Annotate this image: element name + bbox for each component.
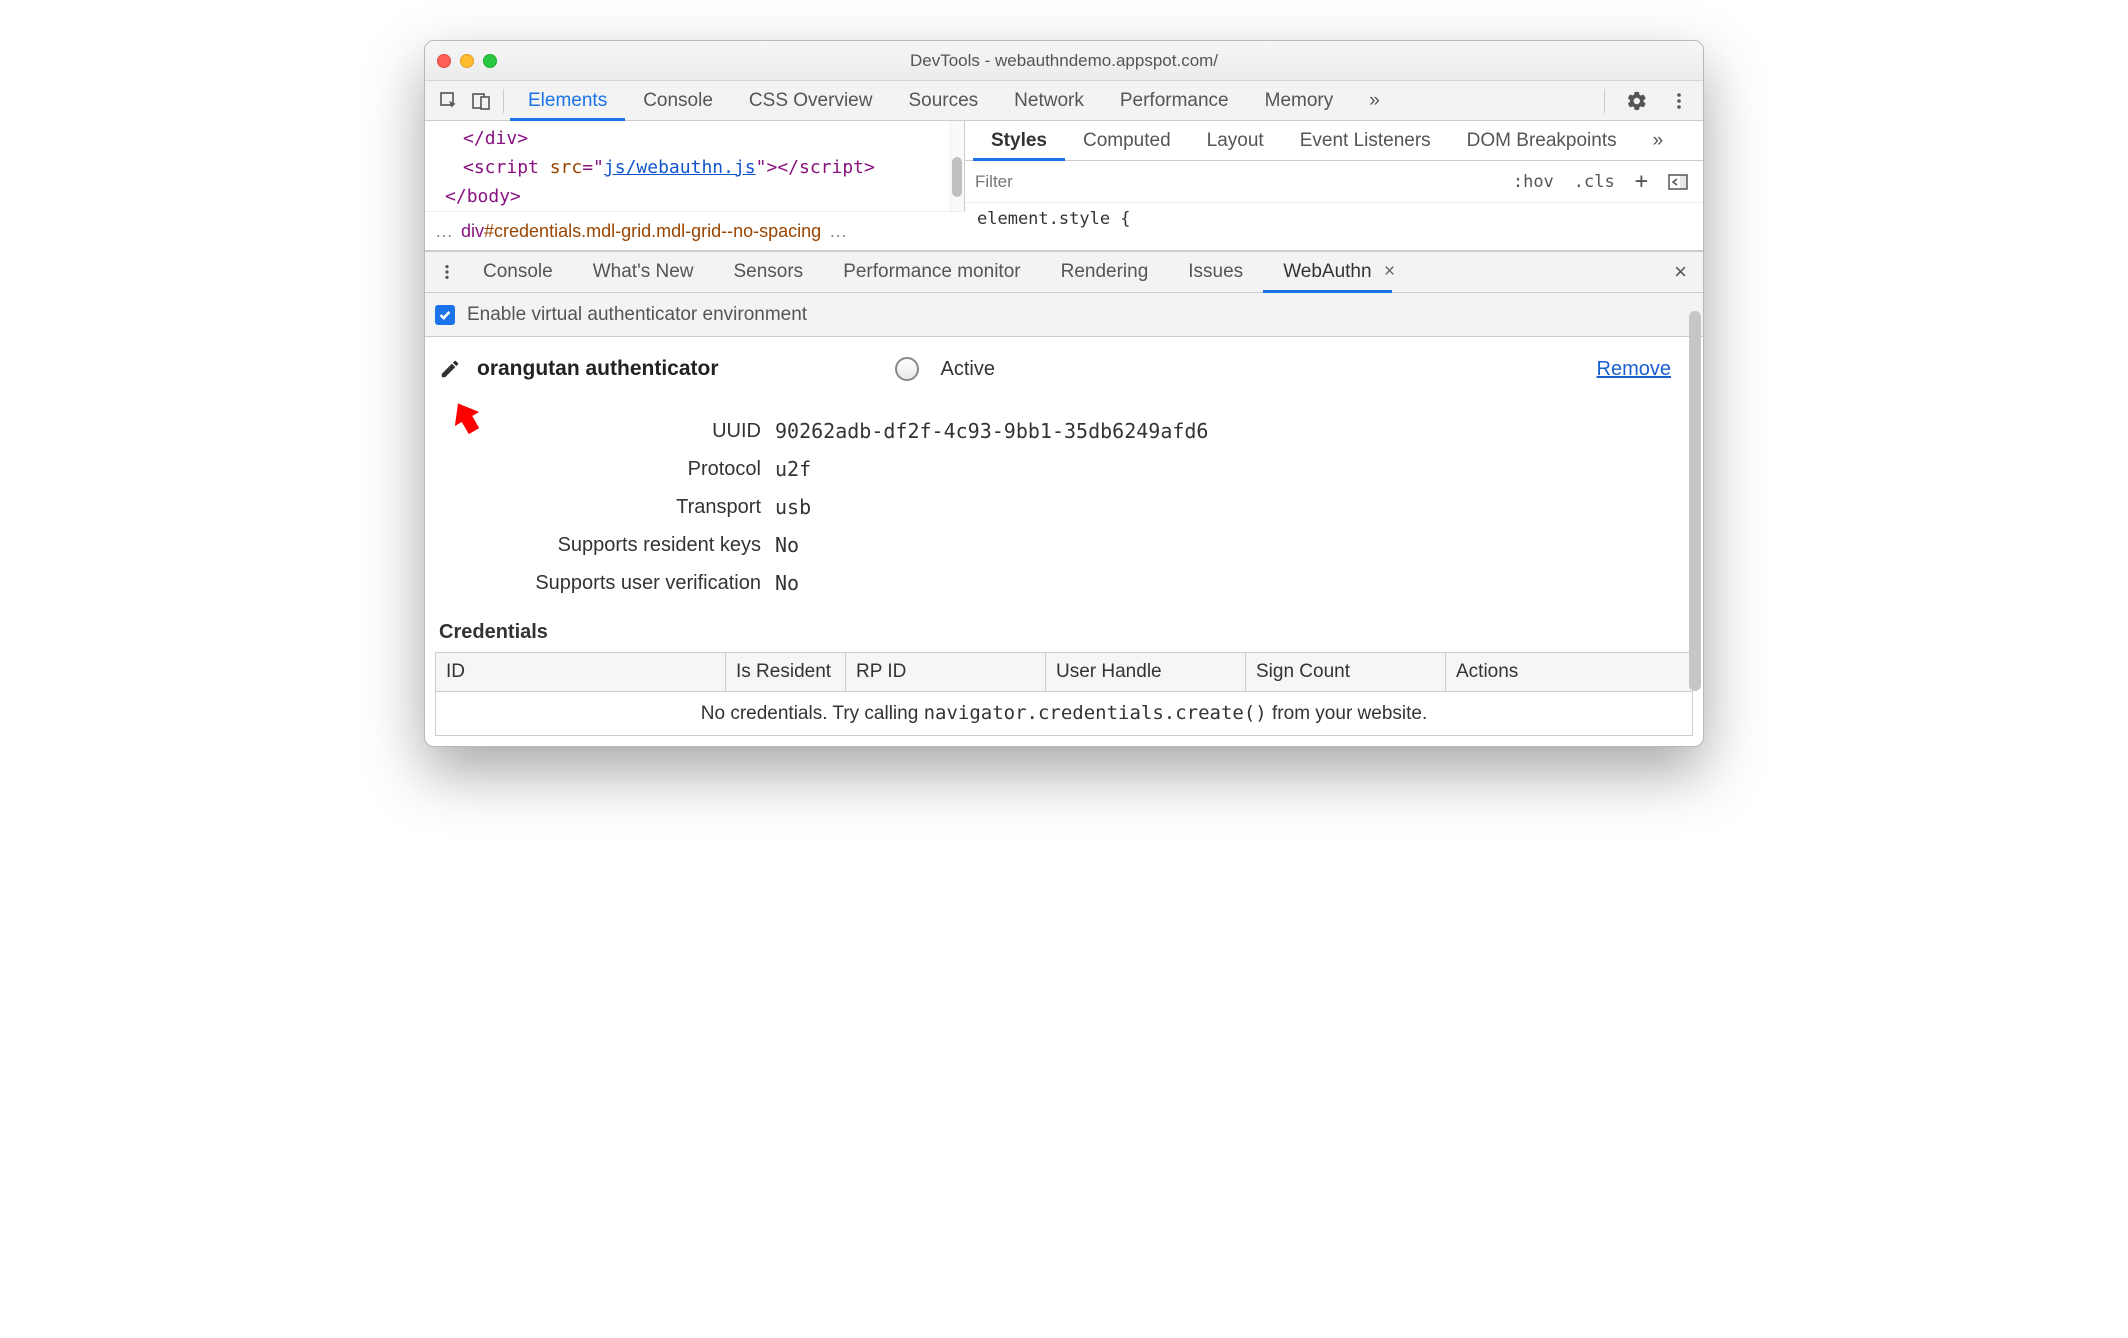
- annotation-arrow-icon: [443, 395, 491, 443]
- device-toolbar-icon[interactable]: [465, 85, 497, 117]
- col-id[interactable]: ID: [436, 653, 726, 692]
- drawer-scrollbar[interactable]: [1689, 311, 1701, 691]
- tab-network[interactable]: Network: [996, 81, 1102, 121]
- styles-tabs-overflow[interactable]: »: [1635, 121, 1682, 161]
- detail-label-transport: Transport: [445, 496, 775, 519]
- active-label: Active: [941, 358, 995, 381]
- detail-label-uv: Supports user verification: [445, 572, 775, 595]
- breadcrumb-element: div: [461, 221, 484, 241]
- drawer-tab-console[interactable]: Console: [463, 251, 573, 293]
- hov-toggle[interactable]: :hov: [1508, 172, 1559, 192]
- drawer-menu-icon[interactable]: [431, 256, 463, 288]
- empty-text-code: navigator.credentials.create(): [924, 702, 1267, 724]
- code-token[interactable]: js/webauthn.js: [604, 157, 756, 178]
- tab-layout[interactable]: Layout: [1189, 121, 1282, 161]
- kebab-menu-icon[interactable]: [1663, 85, 1695, 117]
- drawer-tab-issues[interactable]: Issues: [1168, 251, 1263, 293]
- tab-css-overview[interactable]: CSS Overview: [731, 81, 891, 121]
- drawer-tab-sensors[interactable]: Sensors: [713, 251, 823, 293]
- detail-label-protocol: Protocol: [445, 458, 775, 481]
- tab-sources[interactable]: Sources: [890, 81, 996, 121]
- code-token: src: [550, 157, 583, 178]
- code-token: div: [485, 128, 518, 149]
- tab-styles[interactable]: Styles: [973, 121, 1065, 161]
- enable-virtual-auth-bar: Enable virtual authenticator environment: [425, 293, 1703, 337]
- drawer-tab-webauthn[interactable]: WebAuthn: [1263, 251, 1391, 293]
- code-token: </: [777, 157, 799, 178]
- detail-value-uv: No: [775, 571, 1683, 595]
- col-signcount[interactable]: Sign Count: [1246, 653, 1446, 692]
- tab-console[interactable]: Console: [625, 81, 731, 121]
- detail-label-uuid: UUID: [445, 420, 775, 443]
- code-token: >: [517, 128, 528, 149]
- dom-breadcrumb[interactable]: … div#credentials.mdl-grid.mdl-grid--no-…: [425, 211, 965, 251]
- credentials-empty-row: No credentials. Try calling navigator.cr…: [436, 692, 1693, 736]
- tab-memory[interactable]: Memory: [1247, 81, 1352, 121]
- edit-pencil-icon[interactable]: [439, 358, 461, 380]
- enable-checkbox[interactable]: [435, 305, 455, 325]
- divider: [1604, 89, 1605, 113]
- breadcrumb-overflow-right[interactable]: …: [829, 221, 847, 242]
- titlebar: DevTools - webauthndemo.appspot.com/: [425, 41, 1703, 81]
- styles-body[interactable]: element.style {: [965, 203, 1703, 235]
- detail-value-transport: usb: [775, 495, 1683, 519]
- code-token: =": [582, 157, 604, 178]
- breadcrumb-id: #credentials: [484, 221, 581, 241]
- tab-dom-breakpoints[interactable]: DOM Breakpoints: [1449, 121, 1635, 161]
- code-token: </: [445, 186, 467, 207]
- cls-toggle[interactable]: .cls: [1569, 172, 1620, 192]
- tab-performance[interactable]: Performance: [1102, 81, 1247, 121]
- drawer-tab-perfmon[interactable]: Performance monitor: [823, 251, 1040, 293]
- code-token: body: [467, 186, 510, 207]
- authenticator-name: orangutan authenticator: [477, 357, 719, 381]
- col-resident[interactable]: Is Resident: [726, 653, 846, 692]
- close-tab-icon[interactable]: ×: [1382, 261, 1398, 283]
- main-tabs: Elements Console CSS Overview Sources Ne…: [425, 81, 1703, 121]
- close-drawer-icon[interactable]: ×: [1664, 259, 1697, 285]
- code-token: <: [463, 157, 474, 178]
- styles-pane: Styles Computed Layout Event Listeners D…: [965, 121, 1703, 250]
- styles-filter-input[interactable]: [975, 172, 1498, 192]
- tab-computed[interactable]: Computed: [1065, 121, 1189, 161]
- detail-value-uuid: 90262adb-df2f-4c93-9bb1-35db6249afd6: [775, 419, 1683, 443]
- settings-gear-icon[interactable]: [1621, 85, 1653, 117]
- code-token: >: [510, 186, 521, 207]
- detail-value-protocol: u2f: [775, 457, 1683, 481]
- authenticator-panel: orangutan authenticator Active Remove UU…: [425, 337, 1703, 746]
- code-token: >: [864, 157, 875, 178]
- active-radio[interactable]: [895, 357, 919, 381]
- empty-text-post: from your website.: [1267, 703, 1428, 724]
- tabs-overflow[interactable]: »: [1351, 81, 1398, 121]
- breadcrumb-overflow-left[interactable]: …: [435, 221, 453, 242]
- drawer-tab-rendering[interactable]: Rendering: [1041, 251, 1169, 293]
- col-userhandle[interactable]: User Handle: [1046, 653, 1246, 692]
- detail-value-resident: No: [775, 533, 1683, 557]
- col-rpid[interactable]: RP ID: [846, 653, 1046, 692]
- credentials-heading: Credentials: [435, 615, 1693, 652]
- breadcrumb-classes: .mdl-grid.mdl-grid--no-spacing: [581, 221, 821, 241]
- tab-event-listeners[interactable]: Event Listeners: [1282, 121, 1449, 161]
- remove-link[interactable]: Remove: [1597, 358, 1689, 381]
- col-actions[interactable]: Actions: [1446, 653, 1693, 692]
- code-token: script: [474, 157, 550, 178]
- drawer-tabs: Console What's New Sensors Performance m…: [425, 251, 1703, 293]
- drawer-tab-whatsnew[interactable]: What's New: [573, 251, 714, 293]
- tab-elements[interactable]: Elements: [510, 81, 625, 121]
- divider: [503, 89, 504, 113]
- authenticator-details: UUID 90262adb-df2f-4c93-9bb1-35db6249afd…: [435, 389, 1693, 615]
- credentials-table: ID Is Resident RP ID User Handle Sign Co…: [435, 652, 1693, 736]
- code-token: script: [799, 157, 864, 178]
- inspect-element-icon[interactable]: [433, 85, 465, 117]
- enable-label: Enable virtual authenticator environment: [467, 304, 807, 326]
- code-token: ">: [756, 157, 778, 178]
- empty-text-pre: No credentials. Try calling: [701, 703, 924, 724]
- add-style-icon[interactable]: +: [1630, 169, 1653, 194]
- code-token: </: [463, 128, 485, 149]
- toggle-sidebar-icon[interactable]: [1663, 174, 1693, 190]
- window-title: DevTools - webauthndemo.appspot.com/: [425, 51, 1703, 71]
- detail-label-resident: Supports resident keys: [445, 534, 775, 557]
